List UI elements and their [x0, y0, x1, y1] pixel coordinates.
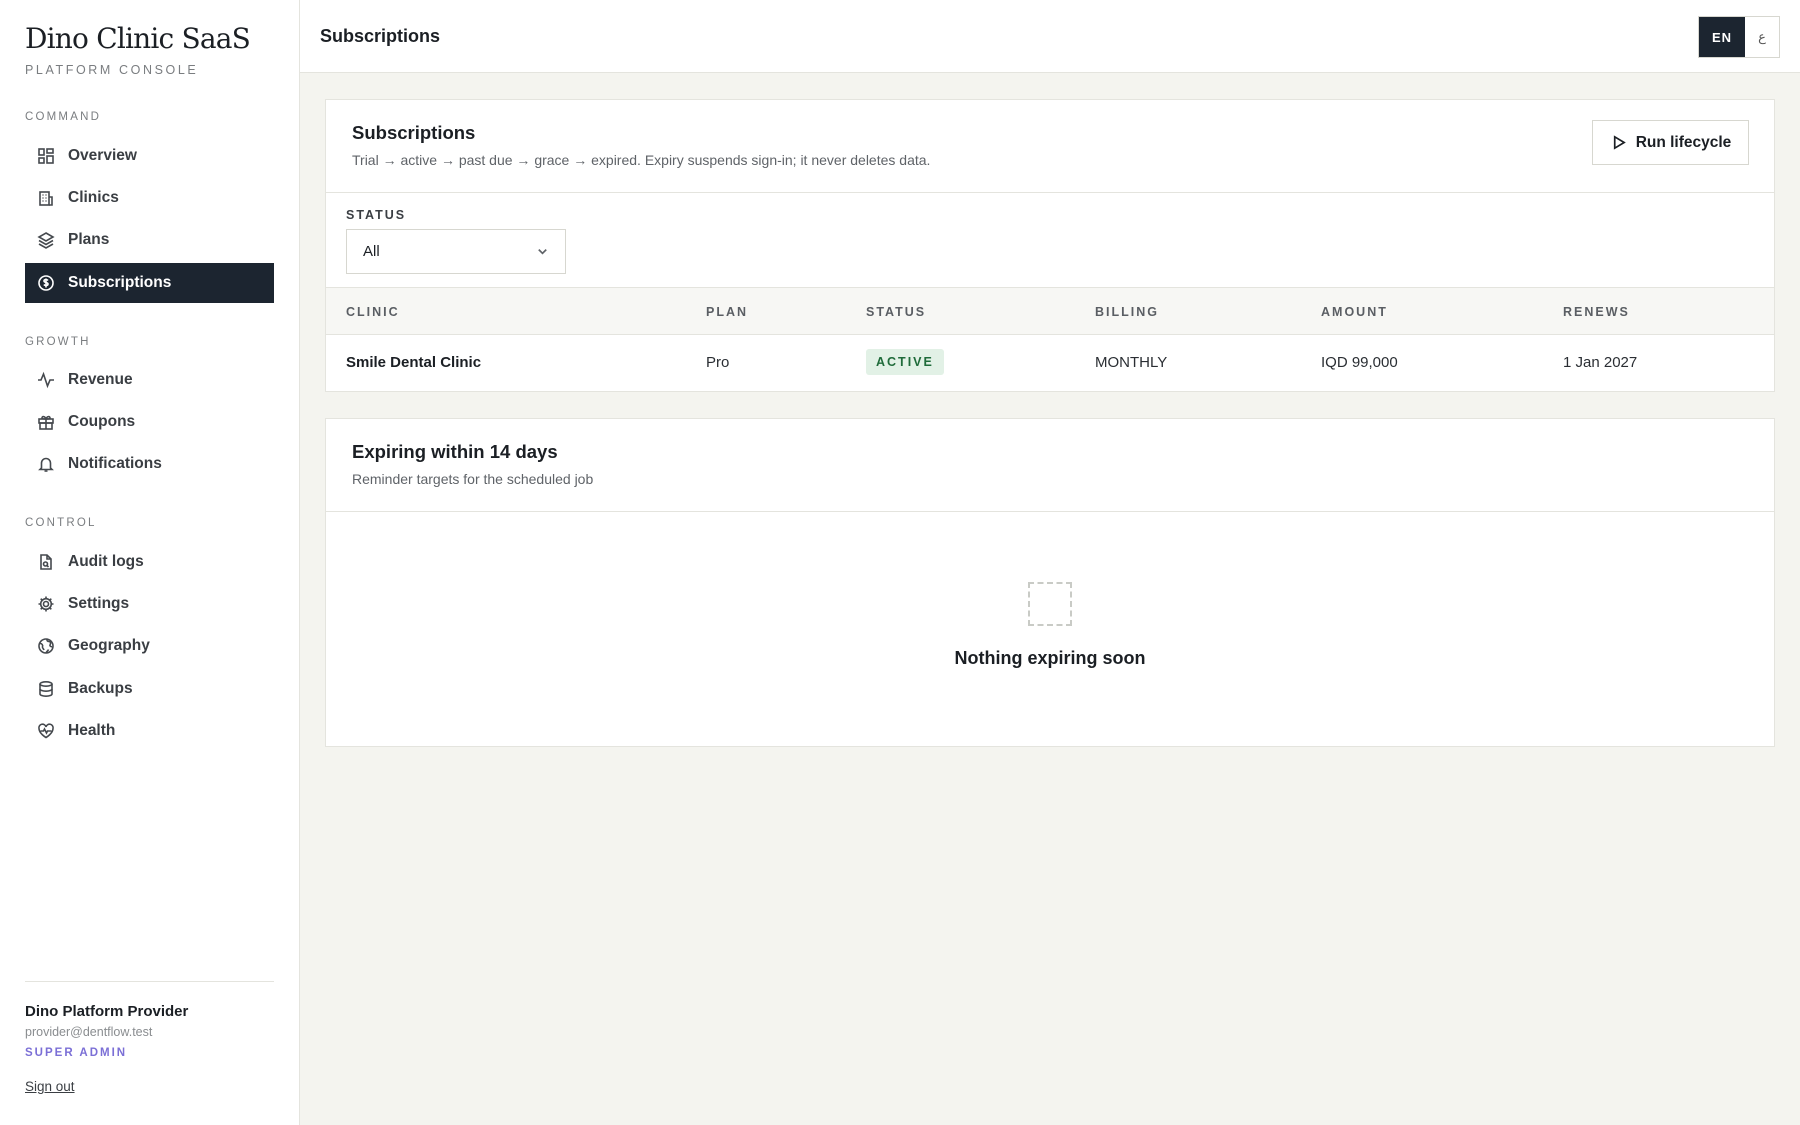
- user-role-badge: SUPER ADMIN: [25, 1047, 128, 1059]
- user-name: Dino Platform Provider: [25, 1003, 189, 1020]
- brand-title: Dino Clinic SaaS: [25, 22, 251, 55]
- sidebar-item-revenue[interactable]: Revenue: [25, 360, 274, 400]
- run-lifecycle-button[interactable]: Run lifecycle: [1592, 120, 1749, 165]
- sidebar: Dino Clinic SaaS PLATFORM CONSOLE COMMAN…: [0, 0, 300, 1125]
- activity-icon: [37, 371, 55, 389]
- gift-icon: [37, 413, 55, 431]
- column-header-plan[interactable]: PLAN: [706, 305, 748, 319]
- sidebar-item-label: Clinics: [68, 189, 119, 206]
- play-icon: [1613, 135, 1626, 150]
- sidebar-item-label: Coupons: [68, 413, 136, 430]
- sidebar-item-label: Settings: [68, 595, 130, 612]
- cell-clinic: Smile Dental Clinic: [346, 354, 482, 371]
- building-icon: [37, 189, 55, 207]
- sidebar-item-label: Audit logs: [68, 553, 144, 570]
- sidebar-item-notifications[interactable]: Notifications: [25, 444, 274, 484]
- grid-icon: [37, 147, 55, 165]
- sidebar-item-label: Geography: [68, 637, 150, 654]
- status-badge: ACTIVE: [866, 349, 944, 375]
- subscriptions-card-description: Trial → active → past due → grace → expi…: [352, 152, 931, 168]
- section-label-command: COMMAND: [25, 111, 102, 123]
- empty-state-icon: [1028, 582, 1072, 626]
- chevron-down-icon: [538, 249, 547, 255]
- cell-renews: 1 Jan 2027: [1563, 354, 1638, 371]
- user-email: provider@dentflow.test: [25, 1025, 153, 1039]
- heart-pulse-icon: [37, 722, 55, 740]
- subscriptions-card: Subscriptions Trial → active → past due …: [325, 99, 1775, 392]
- page-title: Subscriptions: [320, 26, 441, 46]
- expiring-card: Expiring within 14 days Reminder targets…: [325, 418, 1775, 747]
- language-toggle: EN ع: [1698, 16, 1780, 58]
- cell-amount: IQD 99,000: [1321, 354, 1398, 371]
- card-divider: [326, 192, 1774, 193]
- sidebar-item-geography[interactable]: Geography: [25, 626, 274, 666]
- section-label-control: CONTROL: [25, 517, 97, 529]
- status-filter-label: STATUS: [346, 208, 407, 222]
- sign-out-link[interactable]: Sign out: [25, 1079, 75, 1094]
- table-row[interactable]: Smile Dental Clinic Pro ACTIVE MONTHLY I…: [326, 335, 1774, 392]
- sidebar-item-label: Overview: [68, 147, 137, 164]
- layers-icon: [37, 231, 55, 249]
- sidebar-item-subscriptions[interactable]: Subscriptions: [25, 263, 274, 303]
- lang-ar-button[interactable]: ع: [1745, 17, 1779, 57]
- sidebar-item-label: Subscriptions: [68, 274, 172, 291]
- status-filter-select[interactable]: All: [346, 229, 566, 274]
- column-header-renews[interactable]: RENEWS: [1563, 305, 1630, 319]
- run-lifecycle-label: Run lifecycle: [1635, 133, 1732, 151]
- empty-state-text: Nothing expiring soon: [954, 648, 1146, 668]
- top-bar: Subscriptions EN ع: [300, 0, 1800, 73]
- lang-en-button[interactable]: EN: [1699, 17, 1745, 57]
- sidebar-item-label: Revenue: [68, 371, 133, 388]
- sidebar-item-label: Plans: [68, 231, 110, 248]
- column-header-status[interactable]: STATUS: [866, 305, 926, 319]
- section-label-growth: GROWTH: [25, 336, 91, 348]
- status-filter-value: All: [363, 243, 380, 260]
- table-header: CLINIC PLAN STATUS BILLING AMOUNT RENEWS: [326, 287, 1774, 335]
- expiring-card-title: Expiring within 14 days: [352, 441, 558, 462]
- subscriptions-card-title: Subscriptions: [352, 122, 476, 143]
- sidebar-divider: [25, 981, 274, 982]
- sidebar-item-plans[interactable]: Plans: [25, 220, 274, 260]
- database-icon: [37, 680, 55, 698]
- column-header-billing[interactable]: BILLING: [1095, 305, 1159, 319]
- sidebar-item-label: Health: [68, 722, 116, 739]
- sidebar-item-clinics[interactable]: Clinics: [25, 178, 274, 218]
- sidebar-item-coupons[interactable]: Coupons: [25, 402, 274, 442]
- globe-icon: [37, 637, 55, 655]
- dollar-circle-icon: [37, 274, 55, 292]
- sidebar-item-backups[interactable]: Backups: [25, 669, 274, 709]
- expiring-card-description: Reminder targets for the scheduled job: [352, 471, 594, 487]
- brand-subtitle: PLATFORM CONSOLE: [25, 63, 199, 77]
- cell-plan: Pro: [706, 354, 730, 371]
- sidebar-item-health[interactable]: Health: [25, 711, 274, 751]
- cell-billing: MONTHLY: [1095, 354, 1168, 371]
- sidebar-item-label: Notifications: [68, 455, 162, 472]
- column-header-amount[interactable]: AMOUNT: [1321, 305, 1388, 319]
- card-divider: [326, 511, 1774, 512]
- sidebar-item-overview[interactable]: Overview: [25, 136, 274, 176]
- gear-icon: [37, 595, 55, 613]
- bell-icon: [37, 455, 55, 473]
- file-search-icon: [37, 553, 55, 571]
- sidebar-item-settings[interactable]: Settings: [25, 584, 274, 624]
- sidebar-item-label: Backups: [68, 680, 133, 697]
- column-header-clinic[interactable]: CLINIC: [346, 305, 400, 319]
- sidebar-item-audit-logs[interactable]: Audit logs: [25, 542, 274, 582]
